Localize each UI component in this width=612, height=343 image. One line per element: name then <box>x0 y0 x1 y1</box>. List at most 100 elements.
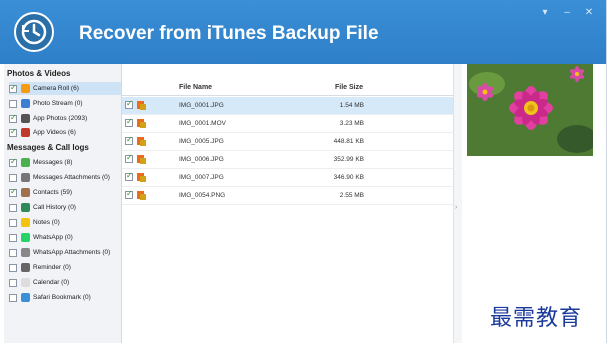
sidebar-item-messages[interactable]: Messages (8) <box>9 156 121 169</box>
sidebar-item-calendar[interactable]: Calendar (0) <box>9 276 121 289</box>
sidebar-item-label: Reminder (0) <box>33 264 71 271</box>
checkbox[interactable] <box>125 189 133 199</box>
checkbox[interactable] <box>9 187 17 197</box>
app-title: Recover from iTunes Backup File <box>79 23 379 44</box>
file-size: 448.81 KB <box>333 138 364 145</box>
panel-splitter[interactable]: › <box>453 64 462 343</box>
file-size: 352.99 KB <box>333 156 364 163</box>
watermark-text: 最需教育 <box>490 306 583 331</box>
sidebar-item-app-videos[interactable]: App Videos (6) <box>9 126 121 139</box>
history-clock-icon <box>14 12 54 52</box>
whatsapp-attachments-icon <box>21 248 30 257</box>
checkbox[interactable] <box>9 99 17 108</box>
sidebar-item-label: App Photos (2093) <box>33 115 88 122</box>
table-row[interactable]: IMG_0007.JPG 346.90 KB <box>122 169 453 187</box>
sidebar-item-whatsapp-attachments[interactable]: WhatsApp Attachments (0) <box>9 246 121 259</box>
sidebar-item-reminder[interactable]: Reminder (0) <box>9 261 121 274</box>
sidebar-item-whatsapp[interactable]: WhatsApp (0) <box>9 231 121 244</box>
app-photos-icon <box>21 114 30 123</box>
checkbox[interactable] <box>9 263 17 272</box>
file-size: 1.54 MB <box>339 102 364 109</box>
reminder-icon <box>21 263 30 272</box>
checkbox[interactable] <box>125 99 133 109</box>
sidebar-item-label: Safari Bookmark (0) <box>33 294 91 301</box>
sidebar-item-camera-roll[interactable]: Camera Roll (6) <box>9 82 121 95</box>
file-name: IMG_0006.JPG <box>179 156 224 163</box>
close-button[interactable]: ✕ <box>583 7 595 19</box>
category-sidebar: Photos & Videos Camera Roll (6) Photo Str… <box>4 64 122 343</box>
notes-icon <box>21 218 30 227</box>
file-list: File Name File Size IMG_0001.JPG1.54 MBI… <box>122 64 453 343</box>
section-photos-videos: Photos & Videos <box>7 69 71 78</box>
sidebar-item-label: Notes (0) <box>33 219 60 226</box>
dropdown-icon[interactable]: ▾ <box>539 7 551 19</box>
file-name: IMG_0001.MOV <box>179 120 226 127</box>
checkbox[interactable] <box>125 117 133 127</box>
column-file-size[interactable]: File Size <box>335 84 363 91</box>
sidebar-item-label: Photo Stream (0) <box>33 100 83 107</box>
checkbox[interactable] <box>9 293 17 302</box>
sidebar-item-label: WhatsApp Attachments (0) <box>33 249 111 256</box>
sidebar-item-label: Messages (8) <box>33 159 73 166</box>
column-file-name[interactable]: File Name <box>179 84 212 91</box>
checkbox[interactable] <box>125 171 133 181</box>
title-bar: Recover from iTunes Backup File ▾ – ✕ <box>0 0 608 64</box>
flower-image <box>467 64 593 156</box>
checkbox[interactable] <box>9 203 17 212</box>
table-row[interactable]: IMG_0054.PNG 2.55 MB <box>122 187 453 205</box>
checkbox[interactable] <box>9 127 17 137</box>
image-file-icon <box>137 119 146 128</box>
photo-preview <box>467 64 593 156</box>
checkbox[interactable] <box>9 83 17 93</box>
file-name: IMG_0001.JPG <box>179 102 224 109</box>
image-file-icon <box>137 173 146 182</box>
file-name: IMG_0005.JPG <box>179 138 224 145</box>
sidebar-item-label: WhatsApp (0) <box>33 234 73 241</box>
sidebar-item-label: App Videos (6) <box>33 129 76 136</box>
photo-stream-icon <box>21 99 30 108</box>
sidebar-item-label: Camera Roll (6) <box>33 85 79 92</box>
calendar-icon <box>21 278 30 287</box>
messages-attachments-icon <box>21 173 30 182</box>
sidebar-item-safari-bookmark[interactable]: Safari Bookmark (0) <box>9 291 121 304</box>
checkbox[interactable] <box>9 157 17 167</box>
checkbox[interactable] <box>9 233 17 242</box>
app-videos-icon <box>21 128 30 137</box>
sidebar-item-label: Calendar (0) <box>33 279 70 286</box>
sidebar-item-photo-stream[interactable]: Photo Stream (0) <box>9 97 121 110</box>
safari-bookmark-icon <box>21 293 30 302</box>
window-edge <box>606 0 612 343</box>
camera-roll-icon <box>21 84 30 93</box>
image-file-icon <box>137 101 146 110</box>
image-file-icon <box>137 191 146 200</box>
minimize-button[interactable]: – <box>561 7 573 19</box>
table-row[interactable]: IMG_0005.JPG 448.81 KB <box>122 133 453 151</box>
table-row[interactable]: IMG_0001.MOV 3.23 MB <box>122 115 453 133</box>
chevron-right-icon: › <box>455 204 458 211</box>
sidebar-item-label: Contacts (59) <box>33 189 73 196</box>
checkbox[interactable] <box>9 248 17 257</box>
messages-icon <box>21 158 30 167</box>
checkbox[interactable] <box>9 278 17 287</box>
section-messages-call-logs: Messages & Call logs <box>7 143 89 152</box>
checkbox[interactable] <box>9 113 17 123</box>
checkbox[interactable] <box>9 173 17 182</box>
table-row[interactable]: IMG_0001.JPG 1.54 MB <box>122 97 453 115</box>
checkbox[interactable] <box>125 135 133 145</box>
checkbox[interactable] <box>125 153 133 163</box>
sidebar-item-contacts[interactable]: Contacts (59) <box>9 186 121 199</box>
sidebar-item-call-history[interactable]: Call History (0) <box>9 201 121 214</box>
sidebar-item-label: Messages Attachments (0) <box>33 174 110 181</box>
sidebar-item-messages-attachments[interactable]: Messages Attachments (0) <box>9 171 121 184</box>
table-row[interactable]: IMG_0006.JPG 352.99 KB <box>122 151 453 169</box>
file-size: 2.55 MB <box>339 192 364 199</box>
sidebar-item-app-photos[interactable]: App Photos (2093) <box>9 112 121 125</box>
image-file-icon <box>137 137 146 146</box>
sidebar-item-notes[interactable]: Notes (0) <box>9 216 121 229</box>
image-file-icon <box>137 155 146 164</box>
checkbox[interactable] <box>9 218 17 227</box>
file-size: 3.23 MB <box>339 120 364 127</box>
call-history-icon <box>21 203 30 212</box>
contacts-icon <box>21 188 30 197</box>
file-name: IMG_0054.PNG <box>179 192 226 199</box>
